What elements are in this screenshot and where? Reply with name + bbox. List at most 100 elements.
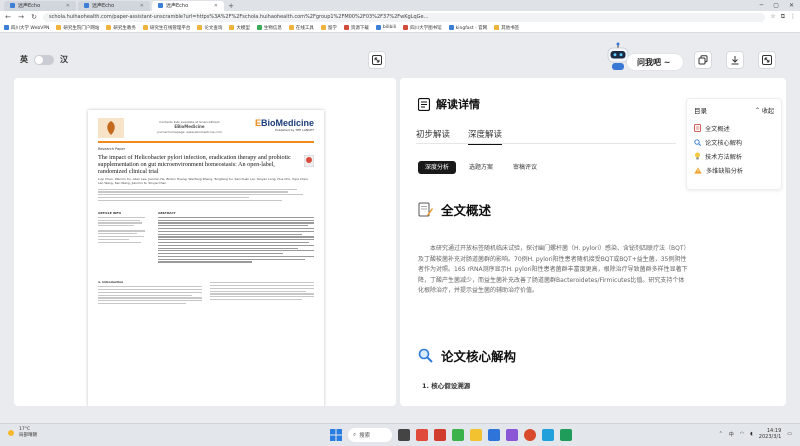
browser-actions: ☆ ⧉ ⋮ xyxy=(770,13,796,21)
toc-item-defects[interactable]: 多维缺陷分析 xyxy=(694,163,774,177)
taskbar-search[interactable]: ⌕ 搜索 xyxy=(348,428,392,442)
app-icon-purple[interactable] xyxy=(506,429,518,441)
tab-label: 远声Echo xyxy=(18,3,41,9)
app-icon-teal[interactable] xyxy=(560,429,572,441)
bookmark-item[interactable]: kingfast - 官网 xyxy=(448,25,487,31)
publisher-text: Published by THE LANCET xyxy=(275,128,314,132)
bookmark-item[interactable]: 四川大学图书馆 xyxy=(403,25,442,31)
core-heading: 论文核心解构 xyxy=(418,346,516,365)
bookmark-item[interactable]: 其他书签 xyxy=(494,25,519,31)
browser-tab-1[interactable]: 远声Echo ✕ xyxy=(4,0,76,11)
wifi-icon[interactable]: ◠ xyxy=(740,431,744,437)
app-icon-wps[interactable] xyxy=(416,429,428,441)
windows-taskbar: 17°C 局部晴朗 ⌕ 搜索 ⌃ 中 ◠ ◖ 14:19 2023/3/1 ▭ xyxy=(0,423,800,446)
clock-date: 2023/3/1 xyxy=(758,434,782,440)
warning-icon xyxy=(694,166,702,174)
download-button[interactable] xyxy=(726,51,744,69)
toc-item-core[interactable]: 论文核心解构 xyxy=(694,135,774,149)
clock[interactable]: 14:19 2023/3/1 xyxy=(759,428,781,440)
tab-deep[interactable]: 深度解读 xyxy=(468,128,503,145)
ask-assistant[interactable]: 问我吧 ~ xyxy=(604,42,684,74)
bookmark-item[interactable]: bilibili xyxy=(375,25,396,30)
expand-doc-button[interactable] xyxy=(368,51,386,69)
chrome-icon[interactable] xyxy=(524,429,536,441)
book-icon xyxy=(418,97,430,111)
close-window-icon[interactable]: ✕ xyxy=(789,2,794,9)
bookmark-item[interactable]: 留学 xyxy=(320,25,337,31)
forward-icon[interactable]: → xyxy=(17,13,25,21)
crossmark-icon xyxy=(304,155,314,167)
tab-preliminary[interactable]: 初步解读 xyxy=(416,128,450,140)
close-tab-icon[interactable]: ✕ xyxy=(66,3,70,9)
table-of-contents: 目录 ⌃ 收起 全文概述 论文核心解构 技术方法解析 多维缺陷分析 xyxy=(686,98,782,190)
chevron-up-icon: ⌃ xyxy=(754,106,760,114)
document-viewer[interactable]: Contents lists available at ScienceDirec… xyxy=(14,78,396,406)
url-input[interactable]: schola.huihaohealth.com/paper-assistant-… xyxy=(43,12,766,22)
star-icon[interactable]: ☆ xyxy=(770,13,775,21)
toc-item-overview[interactable]: 全文概述 xyxy=(694,121,774,135)
browser-tab-2[interactable]: 远声Echo ✕ xyxy=(78,0,150,11)
notification-icon[interactable]: ▭ xyxy=(787,431,792,437)
chip-topic-plan[interactable]: 选题方案 xyxy=(462,161,500,174)
bookmark-folder-icon xyxy=(56,25,62,30)
bookmark-folder-icon xyxy=(494,25,500,30)
language-toggle[interactable] xyxy=(34,54,54,65)
ask-button-label[interactable]: 问我吧 ~ xyxy=(626,53,684,71)
bookmark-folder-icon xyxy=(142,25,148,30)
journal-info: Contents lists available at ScienceDirec… xyxy=(144,120,234,134)
app-icon-cyan[interactable] xyxy=(542,429,554,441)
app-icon-green[interactable] xyxy=(452,429,464,441)
app-icon-blue[interactable] xyxy=(488,429,500,441)
back-icon[interactable]: ← xyxy=(4,13,12,21)
copy-button[interactable] xyxy=(694,51,712,69)
window-controls: ─ ▢ ✕ xyxy=(760,0,794,11)
bookmark-label: 在线工具 xyxy=(295,25,314,31)
extensions-icon[interactable]: ⧉ xyxy=(781,13,785,21)
search-icon xyxy=(418,348,433,363)
close-tab-icon[interactable]: ✕ xyxy=(214,3,218,9)
bookmark-folder-icon xyxy=(288,25,294,30)
menu-icon[interactable]: ⋮ xyxy=(790,13,796,21)
bookmark-item[interactable]: 研究生院门户网站 xyxy=(56,25,99,31)
toc-item-methods[interactable]: 技术方法解析 xyxy=(694,149,774,163)
ime-indicator[interactable]: 中 xyxy=(729,431,734,438)
toggle-knob xyxy=(35,55,43,64)
paper-columns: ARTICLE INFO ABSTRACT xyxy=(98,207,314,264)
new-tab-button[interactable]: + xyxy=(226,2,236,10)
windows-start-icon[interactable] xyxy=(330,429,342,441)
toc-collapse-button[interactable]: ⌃ 收起 xyxy=(755,105,774,115)
chip-deep-analysis[interactable]: 深度分析 xyxy=(418,161,457,174)
maximize-icon[interactable]: ▢ xyxy=(773,2,779,9)
chip-review[interactable]: 审稿评议 xyxy=(506,161,544,174)
file-explorer-icon[interactable] xyxy=(470,429,482,441)
toc-item-label: 全文概述 xyxy=(705,125,730,133)
bookmark-label: 研究生在线管理平台 xyxy=(149,25,191,31)
tab-label: 远声Echo xyxy=(166,3,189,9)
article-info-column: ARTICLE INFO xyxy=(98,207,150,264)
bookmark-item[interactable]: 研究生在线管理平台 xyxy=(142,25,191,31)
app-icon-red[interactable] xyxy=(434,429,446,441)
minimize-icon[interactable]: ─ xyxy=(760,2,764,9)
close-tab-icon[interactable]: ✕ xyxy=(140,3,144,9)
bookmark-label: 大模型 xyxy=(236,25,250,31)
bookmark-item[interactable]: 大模型 xyxy=(229,25,250,31)
browser-tab-3[interactable]: 远声Echo ✕ xyxy=(152,0,224,11)
bookmark-folder-icon xyxy=(106,25,112,30)
task-view-icon[interactable] xyxy=(398,429,410,441)
tray-chevron-icon[interactable]: ⌃ xyxy=(719,431,723,437)
bookmark-item[interactable]: 四川大学 WebVPN xyxy=(4,25,49,31)
bookmark-label: 四川大学 WebVPN xyxy=(11,25,50,31)
bookmark-item[interactable]: 资源下载 xyxy=(343,25,369,31)
volume-icon[interactable]: ◖ xyxy=(750,431,753,437)
reload-icon[interactable]: ↻ xyxy=(30,13,38,21)
bookmark-label: 其他书签 xyxy=(501,25,520,31)
expand-icon xyxy=(762,55,772,65)
bookmark-item[interactable]: 在线工具 xyxy=(288,25,314,31)
bookmark-item[interactable]: 研究生教务 xyxy=(106,25,136,31)
pdf-page[interactable]: Contents lists available at ScienceDirec… xyxy=(88,110,324,406)
bookmark-item[interactable]: 生物信息 xyxy=(256,25,282,31)
bookmark-folder-icon xyxy=(403,25,409,30)
weather-widget[interactable]: 17°C 局部晴朗 xyxy=(6,427,37,438)
fullscreen-button[interactable] xyxy=(758,51,776,69)
bookmark-item[interactable]: 论文查询 xyxy=(197,25,222,31)
